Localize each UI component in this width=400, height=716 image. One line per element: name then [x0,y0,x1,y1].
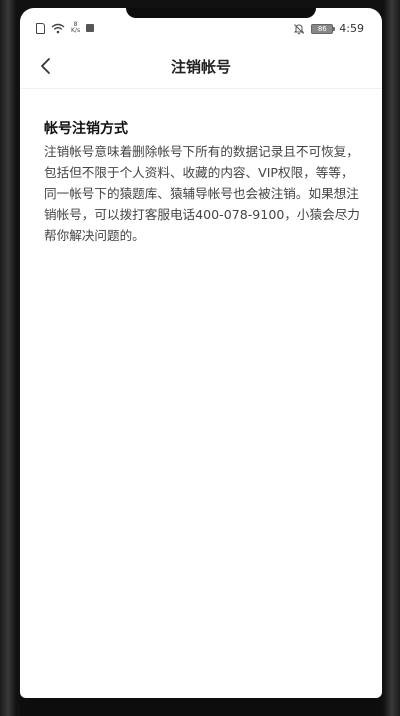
section-heading: 帐号注销方式 [44,121,128,137]
wifi-icon [51,23,65,33]
status-left: 8 K/s [36,22,95,34]
bottom-bezel [20,698,382,716]
nav-bar: 注销帐号 [20,44,382,89]
battery-icon: 86 [311,23,336,34]
network-speed-unit: K/s [71,27,81,34]
camera-notch [126,8,316,18]
screen: 8 K/s 86 4:59 注销帐号 帐号注销方式 注销帐号意味着删除帐号下所有… [20,8,382,698]
section-body-text: 注销帐号意味着删除帐号下所有的数据记录且不可恢复，包括但不限于个人资料、收藏的内… [44,144,360,243]
content-section: 帐号注销方式 注销帐号意味着删除帐号下所有的数据记录且不可恢复，包括但不限于个人… [44,118,362,246]
bell-off-icon [294,23,305,34]
status-bar: 8 K/s 86 4:59 [20,18,382,44]
phone-frame: 8 K/s 86 4:59 注销帐号 帐号注销方式 注销帐号意味着删除帐号下所有… [0,0,400,716]
page-title: 注销帐号 [170,58,231,76]
battery-level: 86 [317,24,327,33]
notification-square-icon [86,24,95,32]
status-right: 86 4:59 [293,22,364,35]
sim-card-icon [36,22,45,34]
network-speed: 8 K/s [71,22,80,34]
status-time: 4:59 [339,22,364,35]
